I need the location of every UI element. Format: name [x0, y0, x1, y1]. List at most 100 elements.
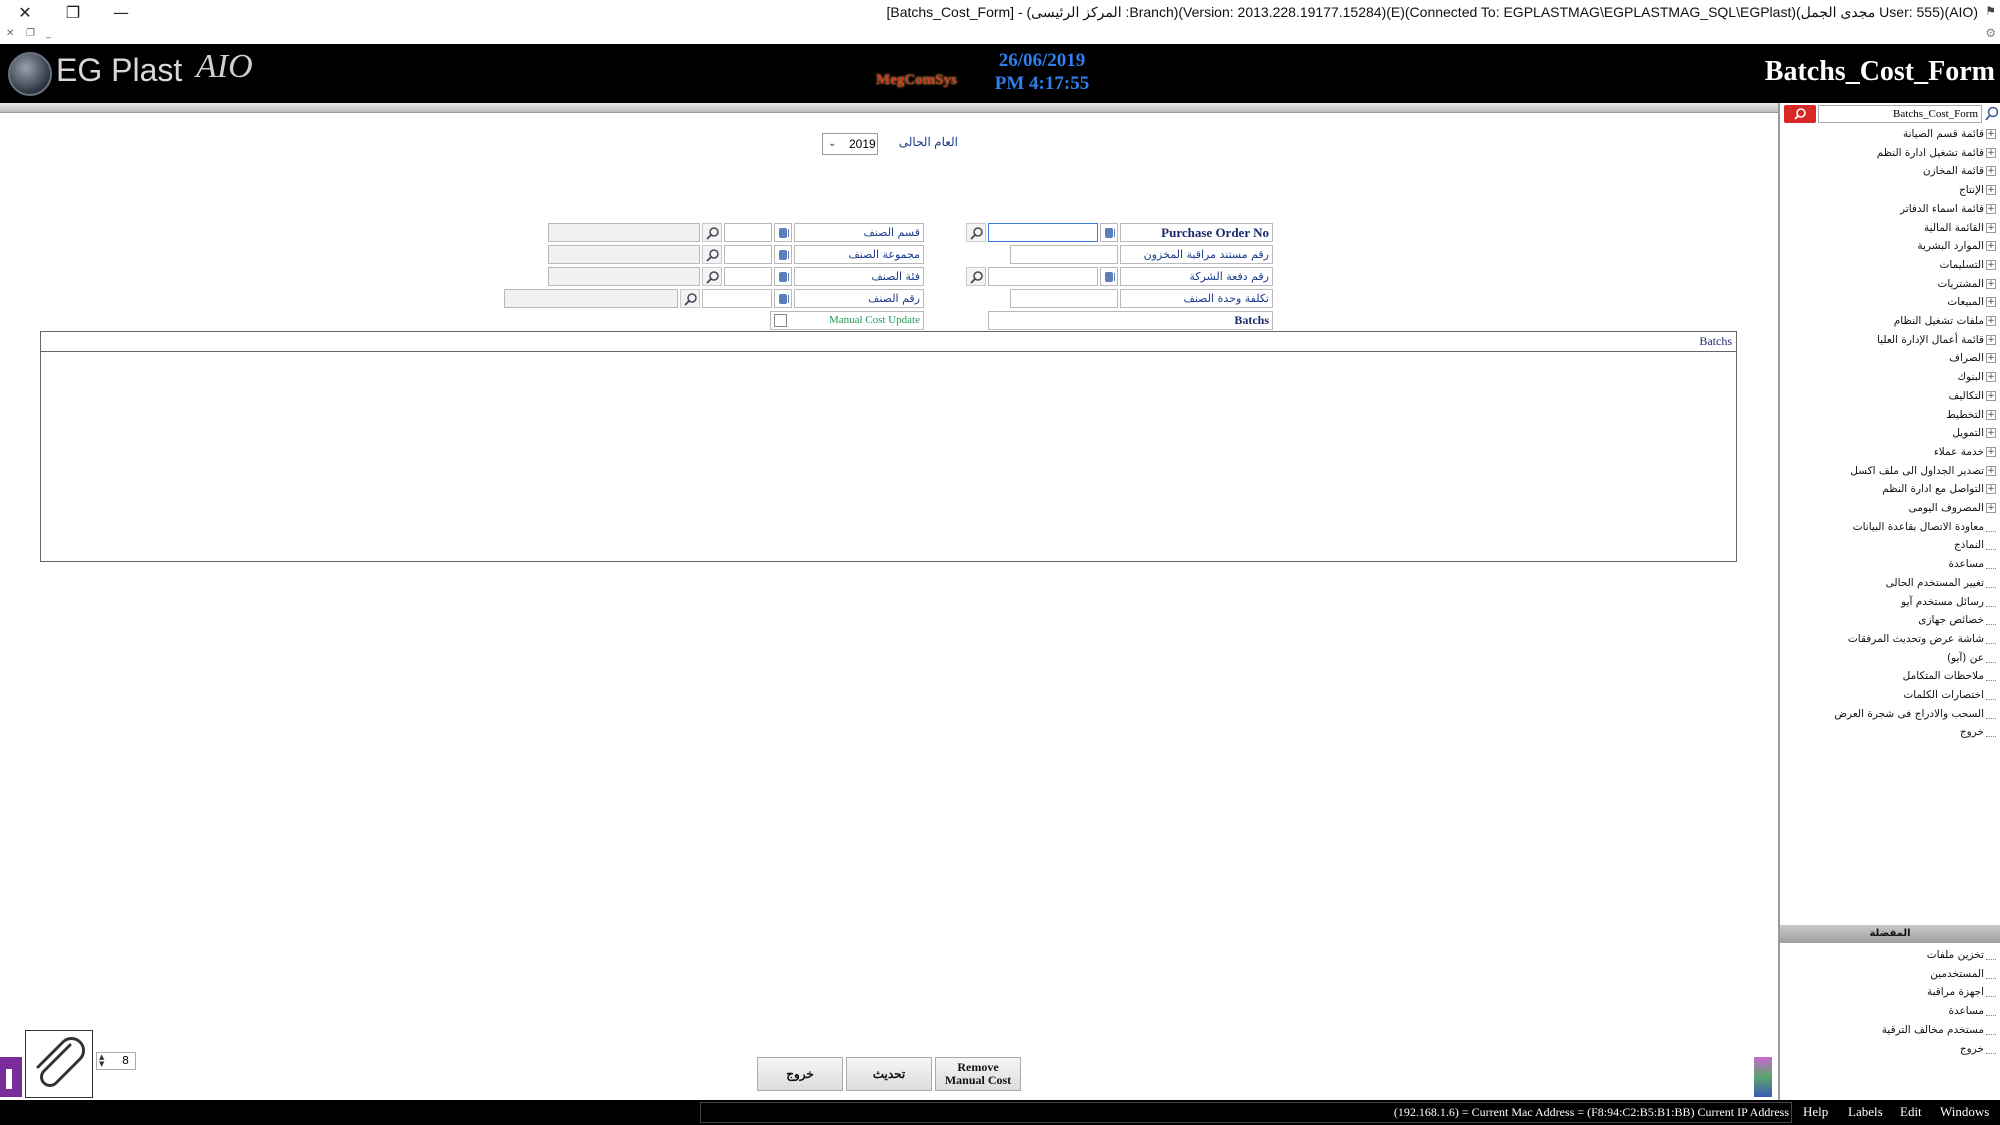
expand-plus-icon[interactable]: + [1986, 316, 1996, 326]
favorite-item[interactable]: خروج [1960, 1040, 1996, 1058]
tree-item[interactable]: + قائمة اسماء الدفاتر [1900, 200, 1996, 218]
tree-item[interactable]: + التسليمات [1940, 256, 1996, 274]
tree-item[interactable]: + المصروف اليومى [1909, 499, 1996, 517]
tree-item[interactable]: خروج [1960, 723, 1996, 741]
item-no-input[interactable] [702, 289, 772, 308]
batchs-grid[interactable]: Batchs [40, 331, 1737, 562]
tree-item[interactable]: + قائمة قسم الصيانة [1903, 125, 1996, 143]
tree-item[interactable]: مساعدة [1949, 555, 1996, 573]
tree-item[interactable]: + تصدير الجداول الى ملف اكسل [1850, 462, 1996, 480]
expand-plus-icon[interactable]: + [1986, 278, 1996, 289]
expand-plus-icon[interactable]: + [1986, 203, 1996, 214]
expand-plus-icon[interactable]: + [1986, 353, 1996, 364]
tree-item[interactable]: + قائمة تشغيل ادارة النظم [1877, 144, 1996, 162]
expand-plus-icon[interactable]: + [1986, 129, 1996, 139]
sidebar-search-input[interactable]: Batchs_Cost_Form [1818, 105, 1982, 123]
sidebar-search-button[interactable] [1784, 105, 1816, 123]
expand-plus-icon[interactable]: + [1986, 446, 1996, 457]
company-batch-no-input[interactable] [988, 267, 1098, 286]
refresh-button[interactable]: تحديث [846, 1057, 932, 1091]
mdi-restore-icon[interactable]: ❐ [26, 28, 35, 39]
tree-item[interactable]: + المشتريات [1937, 275, 1996, 293]
app-badge-icon[interactable] [0, 1057, 22, 1097]
database-icon[interactable] [774, 267, 792, 286]
expand-plus-icon[interactable]: + [1986, 147, 1996, 158]
tree-item[interactable]: تغيير المستخدم الحالى [1886, 574, 1996, 592]
item-no-search-button[interactable] [680, 289, 700, 308]
item-category-search-button[interactable] [702, 267, 722, 286]
tree-item[interactable]: + التخطيط [1946, 406, 1996, 424]
tree-item[interactable]: ملاحظات المتكامل [1903, 667, 1996, 685]
item-group-code-input[interactable] [724, 245, 772, 264]
tree-item[interactable]: + الصراف [1949, 349, 1996, 367]
tree-item[interactable]: + البنوك [1957, 368, 1996, 386]
expand-plus-icon[interactable]: + [1986, 465, 1996, 476]
mdi-minimize-icon[interactable]: _ [46, 28, 51, 39]
menu-labels[interactable]: Labels [1848, 1104, 1883, 1120]
expand-plus-icon[interactable]: + [1986, 372, 1996, 383]
database-icon[interactable] [774, 223, 792, 242]
database-icon[interactable] [774, 245, 792, 264]
expand-plus-icon[interactable]: + [1986, 428, 1996, 439]
tree-item[interactable]: + التواصل مع ادارة النظم [1882, 480, 1996, 498]
expand-plus-icon[interactable]: + [1986, 166, 1996, 177]
expand-plus-icon[interactable]: + [1986, 222, 1996, 233]
purchase-order-no-input[interactable] [988, 223, 1098, 242]
search-icon[interactable] [1983, 105, 2000, 123]
item-group-search-button[interactable] [702, 245, 722, 264]
attachment-count-stepper[interactable]: ▲ ▼ 8 [96, 1052, 136, 1070]
tree-item[interactable]: رسائل مستخدم آيو [1901, 593, 1996, 611]
item-category-code-input[interactable] [724, 267, 772, 286]
tree-item[interactable]: + القائمة المالية [1924, 219, 1996, 237]
side-toolbar-icon[interactable] [1754, 1057, 1772, 1097]
tree-item[interactable]: + خدمة عملاء [1934, 443, 1996, 461]
tree-item[interactable]: اختصارات الكلمات [1903, 686, 1996, 704]
expand-plus-icon[interactable]: + [1986, 241, 1996, 252]
tree-item[interactable]: معاودة الاتصال بقاعدة البيانات [1853, 518, 1996, 536]
company-batch-search-button[interactable] [966, 267, 986, 286]
expand-plus-icon[interactable]: + [1986, 484, 1996, 495]
favorite-item[interactable]: تخزين ملفات [1927, 946, 1996, 964]
expand-plus-icon[interactable]: + [1986, 334, 1996, 345]
tree-item[interactable]: + الإنتاج [1959, 181, 1996, 199]
mdi-close-icon[interactable]: ✕ [6, 28, 14, 39]
close-window-button[interactable]: ✕ [10, 2, 40, 24]
favorite-item[interactable]: اجهزة مراقبة [1927, 983, 1996, 1001]
exit-button[interactable]: خروج [757, 1057, 843, 1091]
attachment-button[interactable] [25, 1030, 93, 1098]
expand-plus-icon[interactable]: + [1986, 390, 1996, 401]
stepper-arrows-icon[interactable]: ▲ ▼ [99, 1054, 104, 1068]
tree-item[interactable]: + التمويل [1952, 424, 1996, 442]
item-section-code-input[interactable] [724, 223, 772, 242]
year-select[interactable]: ⌄ 2019 [822, 133, 878, 155]
menu-edit[interactable]: Edit [1900, 1104, 1922, 1120]
favorite-item[interactable]: مساعدة [1949, 1002, 1996, 1020]
database-icon[interactable] [1100, 267, 1118, 286]
tree-item[interactable]: + ملفات تشغيل النظام [1894, 312, 1996, 330]
tree-item[interactable]: + قائمة أعمال الإدارة العليا [1877, 331, 1996, 349]
favorite-item[interactable]: المستخدمين [1930, 965, 1996, 983]
tree-item[interactable]: + التكاليف [1948, 387, 1996, 405]
tree-item[interactable]: خصائص جهازى [1918, 611, 1996, 629]
expand-plus-icon[interactable]: + [1986, 503, 1996, 513]
database-icon[interactable] [774, 289, 792, 308]
menu-help[interactable]: Help [1803, 1104, 1828, 1120]
expand-plus-icon[interactable]: + [1986, 259, 1996, 270]
item-section-search-button[interactable] [702, 223, 722, 242]
tree-item[interactable]: شاشة عرض وتحديث المرفقات [1848, 630, 1996, 648]
minimize-window-button[interactable]: — [106, 2, 136, 24]
expand-plus-icon[interactable]: + [1986, 297, 1996, 308]
tree-item[interactable]: عن (آيو) [1947, 649, 1996, 667]
expand-plus-icon[interactable]: + [1986, 185, 1996, 196]
tree-item[interactable]: السحب والادراج فى شجرة العرض [1834, 705, 1996, 723]
tree-item[interactable]: النماذج [1954, 536, 1996, 554]
purchase-order-search-button[interactable] [966, 223, 986, 242]
manual-cost-update-checkbox[interactable] [774, 314, 787, 327]
item-unit-cost-input[interactable] [1010, 289, 1118, 308]
tree-item[interactable]: + المبيعات [1947, 293, 1996, 311]
restore-window-button[interactable]: ❐ [58, 2, 88, 24]
stock-doc-no-input[interactable] [1010, 245, 1118, 264]
menu-windows[interactable]: Windows [1940, 1104, 1989, 1120]
tree-item[interactable]: + قائمة المخازن [1923, 162, 1996, 180]
expand-plus-icon[interactable]: + [1986, 409, 1996, 420]
